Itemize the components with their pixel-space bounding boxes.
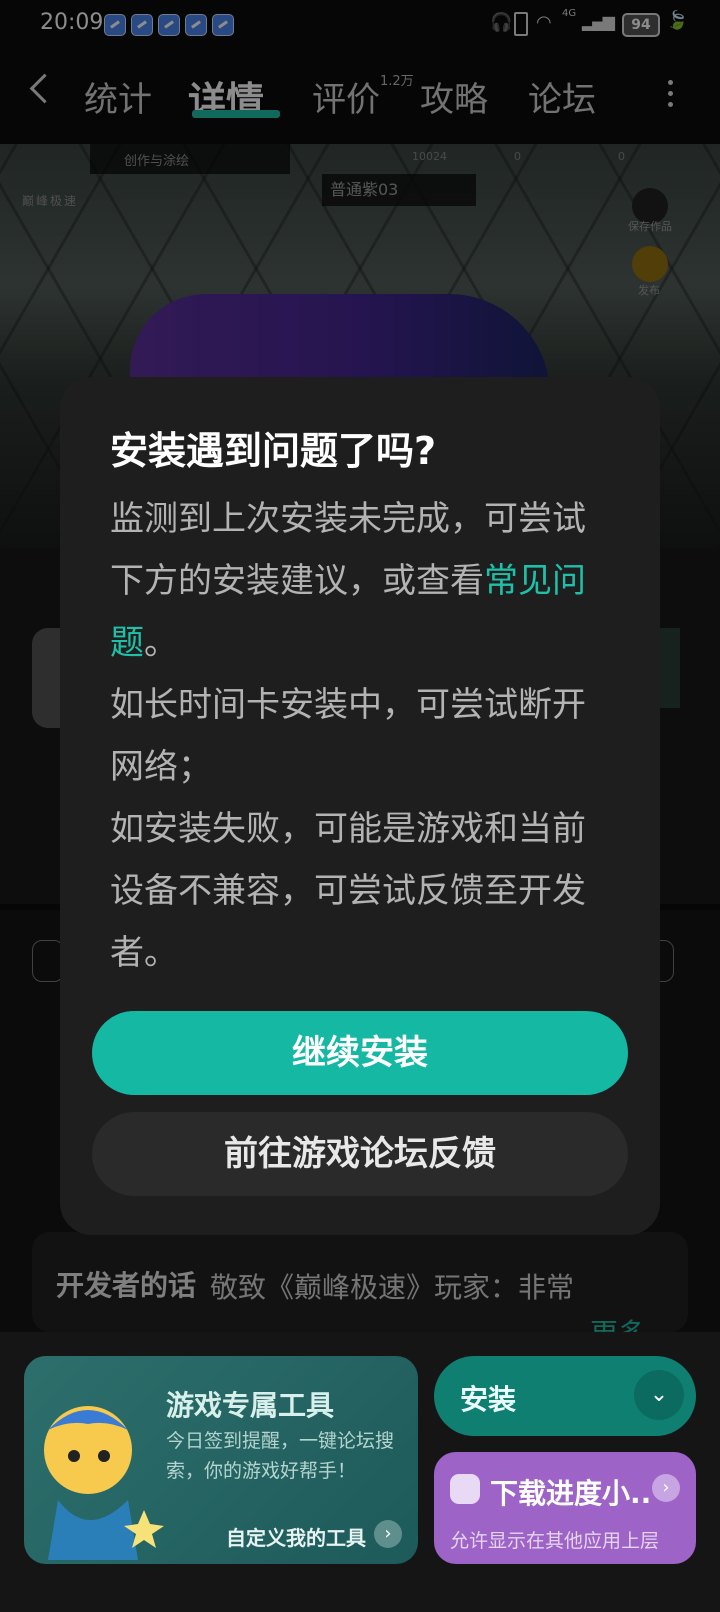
dialog-paragraph: 如长时间卡安装中，可尝试断开网络； — [110, 685, 586, 787]
chevron-right-icon[interactable]: › — [652, 1474, 680, 1502]
continue-install-button[interactable]: 继续安装 — [92, 1011, 628, 1095]
forum-feedback-button[interactable]: 前往游戏论坛反馈 — [92, 1112, 628, 1196]
dialog-paragraph: 监测到上次安装未完成，可尝试下方的安装建议，或查看常见问题。 — [110, 488, 618, 674]
chevron-down-icon[interactable]: ⌄ — [634, 1370, 684, 1420]
dialog-text: 。 — [144, 623, 178, 663]
dialog-title: 安装遇到问题了吗? — [110, 429, 437, 473]
chat-bubble-icon — [450, 1474, 480, 1504]
install-label: 安装 — [460, 1383, 517, 1416]
download-progress-title: 下载进度小... — [490, 1477, 650, 1510]
game-tools-title: 游戏专属工具 — [166, 1389, 335, 1422]
mascot-illustration — [18, 1390, 168, 1560]
dialog-paragraph: 如安装失败，可能是游戏和当前设备不兼容，可尝试反馈至开发者。 — [110, 809, 586, 973]
customize-tools-link[interactable]: 自定义我的工具 — [226, 1522, 366, 1551]
chevron-right-icon[interactable]: › — [374, 1520, 402, 1548]
game-tools-desc: 今日签到提醒，一键论坛搜索，你的游戏好帮手！ — [166, 1430, 395, 1482]
download-progress-desc: 允许显示在其他应用上层 — [450, 1530, 660, 1552]
dialog-body: 监测到上次安装未完成，可尝试下方的安装建议，或查看常见问题。 如长时间卡安装中，… — [110, 488, 618, 984]
